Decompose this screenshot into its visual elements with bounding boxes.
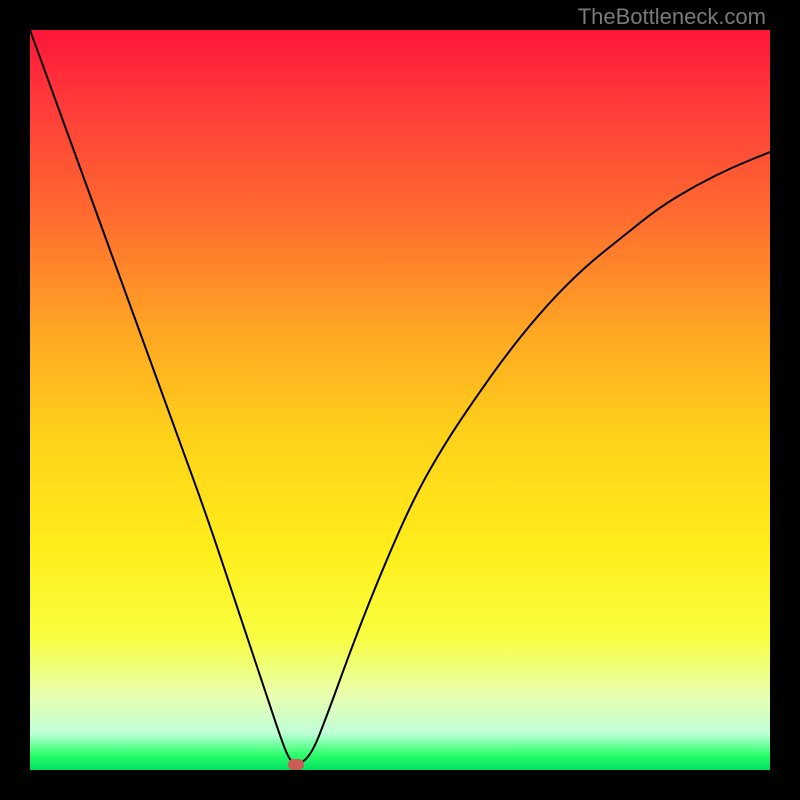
watermark-text: TheBottleneck.com	[578, 4, 766, 30]
minimum-marker	[288, 759, 304, 770]
chart-frame: TheBottleneck.com	[0, 0, 800, 800]
bottleneck-curve	[30, 30, 770, 770]
